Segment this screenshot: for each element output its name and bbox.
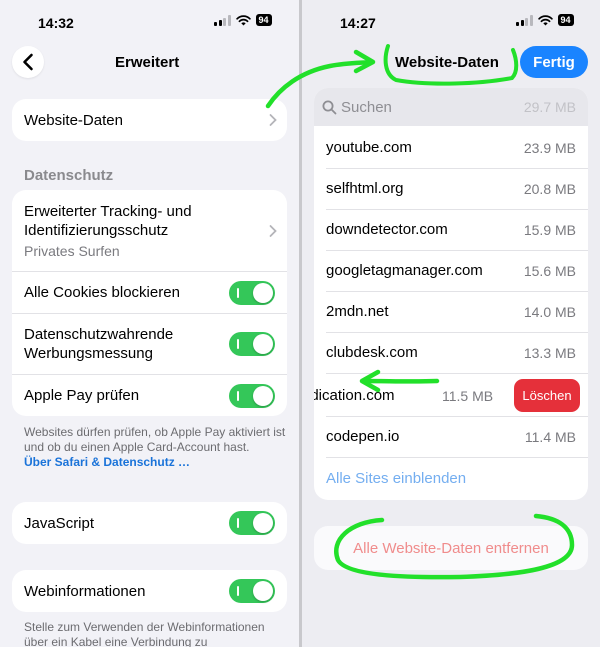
advanced-settings-pane: 14:32 94 Erweitert Website-Daten Datensc… bbox=[0, 0, 299, 647]
search-placeholder: Suchen bbox=[341, 98, 392, 116]
website-data-card: Website-Daten bbox=[12, 99, 287, 141]
site-name: selfhtml.org bbox=[326, 180, 404, 197]
site-row[interactable]: youtube.com 23.9 MB bbox=[314, 127, 588, 168]
apple-pay-footnote: Websites dürfen prüfen, ob Apple Pay akt… bbox=[24, 425, 286, 470]
toggle-knob bbox=[253, 581, 273, 601]
site-name: googletagmanager.com bbox=[326, 262, 483, 279]
chevron-right-icon bbox=[269, 224, 277, 237]
footnote-text: Websites dürfen prüfen, ob Apple Pay akt… bbox=[24, 425, 286, 454]
about-safari-privacy-link[interactable]: Über Safari & Datenschutz … bbox=[24, 455, 286, 470]
toggle-knob bbox=[253, 385, 273, 406]
privacy-section-header: Datenschutz bbox=[24, 167, 114, 184]
status-icons: 94 bbox=[214, 14, 272, 26]
javascript-toggle[interactable] bbox=[229, 511, 275, 535]
webinfo-label: Webinformationen bbox=[24, 582, 146, 600]
battery-icon: 94 bbox=[255, 14, 272, 26]
toggle-knob bbox=[253, 513, 273, 533]
chevron-right-icon bbox=[269, 114, 277, 126]
site-name: codepen.io bbox=[326, 428, 400, 445]
site-name: downdetector.com bbox=[326, 221, 448, 238]
tracking-protection-value: Privates Surfen bbox=[24, 243, 120, 259]
site-size: 15.9 MB bbox=[523, 221, 576, 238]
swiped-site-row[interactable]: ndication.com 11.5 MB Löschen bbox=[314, 375, 588, 416]
search-icon bbox=[322, 100, 337, 114]
apple-pay-toggle[interactable] bbox=[229, 383, 275, 408]
back-button[interactable] bbox=[12, 46, 44, 78]
status-time: 14:27 bbox=[340, 15, 376, 31]
block-cookies-toggle[interactable] bbox=[229, 280, 275, 305]
privacy-card: Erweiterter Tracking- und Identifizierun… bbox=[12, 190, 287, 416]
wifi-icon bbox=[235, 14, 251, 25]
ad-measurement-toggle[interactable] bbox=[229, 332, 275, 356]
site-name: clubdesk.com bbox=[326, 344, 418, 361]
page-title: Website-Daten bbox=[395, 54, 499, 71]
chevron-left-icon bbox=[23, 53, 33, 71]
website-data-label: Website-Daten bbox=[24, 111, 123, 129]
apple-pay-label: Apple Pay prüfen bbox=[24, 387, 140, 404]
site-name: youtube.com bbox=[326, 139, 412, 156]
javascript-card: JavaScript bbox=[12, 502, 287, 544]
tracking-protection-label: Erweiterter Tracking- und Identifizierun… bbox=[24, 203, 192, 239]
site-name: ndication.com bbox=[314, 387, 395, 404]
tracking-protection-row[interactable]: Erweiterter Tracking- und Identifizierun… bbox=[12, 190, 287, 271]
site-size: 13.3 MB bbox=[523, 344, 576, 361]
separator bbox=[326, 373, 588, 374]
site-row[interactable]: downdetector.com 15.9 MB bbox=[314, 209, 588, 250]
javascript-row: JavaScript bbox=[12, 502, 287, 544]
remove-all-website-data-button[interactable]: Alle Website-Daten entfernen bbox=[314, 526, 588, 570]
battery-icon: 94 bbox=[557, 14, 574, 26]
website-data-pane: 14:27 94 Website-Daten Fertig Suchen 29.… bbox=[302, 0, 600, 647]
website-data-list: Suchen 29.7 MB youtube.com 23.9 MB selfht… bbox=[314, 88, 588, 500]
site-name: 2mdn.net bbox=[326, 303, 389, 320]
cellular-signal-icon bbox=[214, 14, 231, 26]
site-row[interactable]: codepen.io 11.4 MB bbox=[314, 416, 588, 457]
site-size: 11.5 MB bbox=[442, 388, 494, 404]
site-row[interactable]: clubdesk.com 13.3 MB bbox=[314, 332, 588, 373]
apple-pay-row: Apple Pay prüfen bbox=[12, 374, 287, 416]
site-row[interactable]: selfhtml.org 20.8 MB bbox=[314, 168, 588, 209]
delete-button[interactable]: Löschen bbox=[514, 379, 580, 412]
site-row[interactable]: googletagmanager.com 15.6 MB bbox=[314, 250, 588, 291]
toggle-knob bbox=[253, 282, 273, 303]
website-data-row[interactable]: Website-Daten bbox=[12, 99, 287, 141]
site-size: 20.8 MB bbox=[523, 180, 576, 197]
site-size: 15.6 MB bbox=[523, 262, 576, 279]
block-cookies-row: Alle Cookies blockieren bbox=[12, 271, 287, 313]
separator bbox=[326, 457, 588, 458]
done-button[interactable]: Fertig bbox=[520, 46, 588, 78]
webinfo-toggle[interactable] bbox=[229, 579, 275, 603]
status-bar: 14:27 94 bbox=[302, 0, 600, 44]
status-icons: 94 bbox=[516, 14, 574, 26]
wifi-icon bbox=[537, 14, 553, 25]
search-field[interactable]: Suchen 29.7 MB bbox=[314, 88, 588, 126]
block-cookies-label: Alle Cookies blockieren bbox=[24, 284, 180, 301]
tracking-text: Erweiterter Tracking- und Identifizierun… bbox=[24, 202, 275, 259]
ad-measurement-row: Datenschutzwahrende Werbungsmessung bbox=[12, 313, 287, 374]
ad-measurement-label: Datenschutzwahrende Werbungsmessung bbox=[24, 326, 174, 362]
webinfo-row: Webinformationen bbox=[12, 570, 287, 612]
scrolled-size-ghost: 29.7 MB bbox=[523, 99, 576, 115]
status-bar: 14:32 94 bbox=[0, 0, 299, 44]
site-size: 23.9 MB bbox=[523, 139, 576, 156]
site-row[interactable]: 2mdn.net 14.0 MB bbox=[314, 291, 588, 332]
javascript-label: JavaScript bbox=[24, 514, 95, 532]
toggle-knob bbox=[253, 334, 273, 354]
status-time: 14:32 bbox=[38, 15, 74, 31]
site-size: 11.4 MB bbox=[524, 428, 576, 445]
cellular-signal-icon bbox=[516, 14, 533, 26]
webinfo-card: Webinformationen bbox=[12, 570, 287, 612]
page-title: Erweitert bbox=[115, 54, 180, 71]
webinfo-footnote: Stelle zum Verwenden der Webinformatione… bbox=[24, 620, 265, 647]
show-all-sites-link[interactable]: Alle Sites einblenden bbox=[326, 470, 466, 487]
site-size: 14.0 MB bbox=[523, 303, 576, 320]
